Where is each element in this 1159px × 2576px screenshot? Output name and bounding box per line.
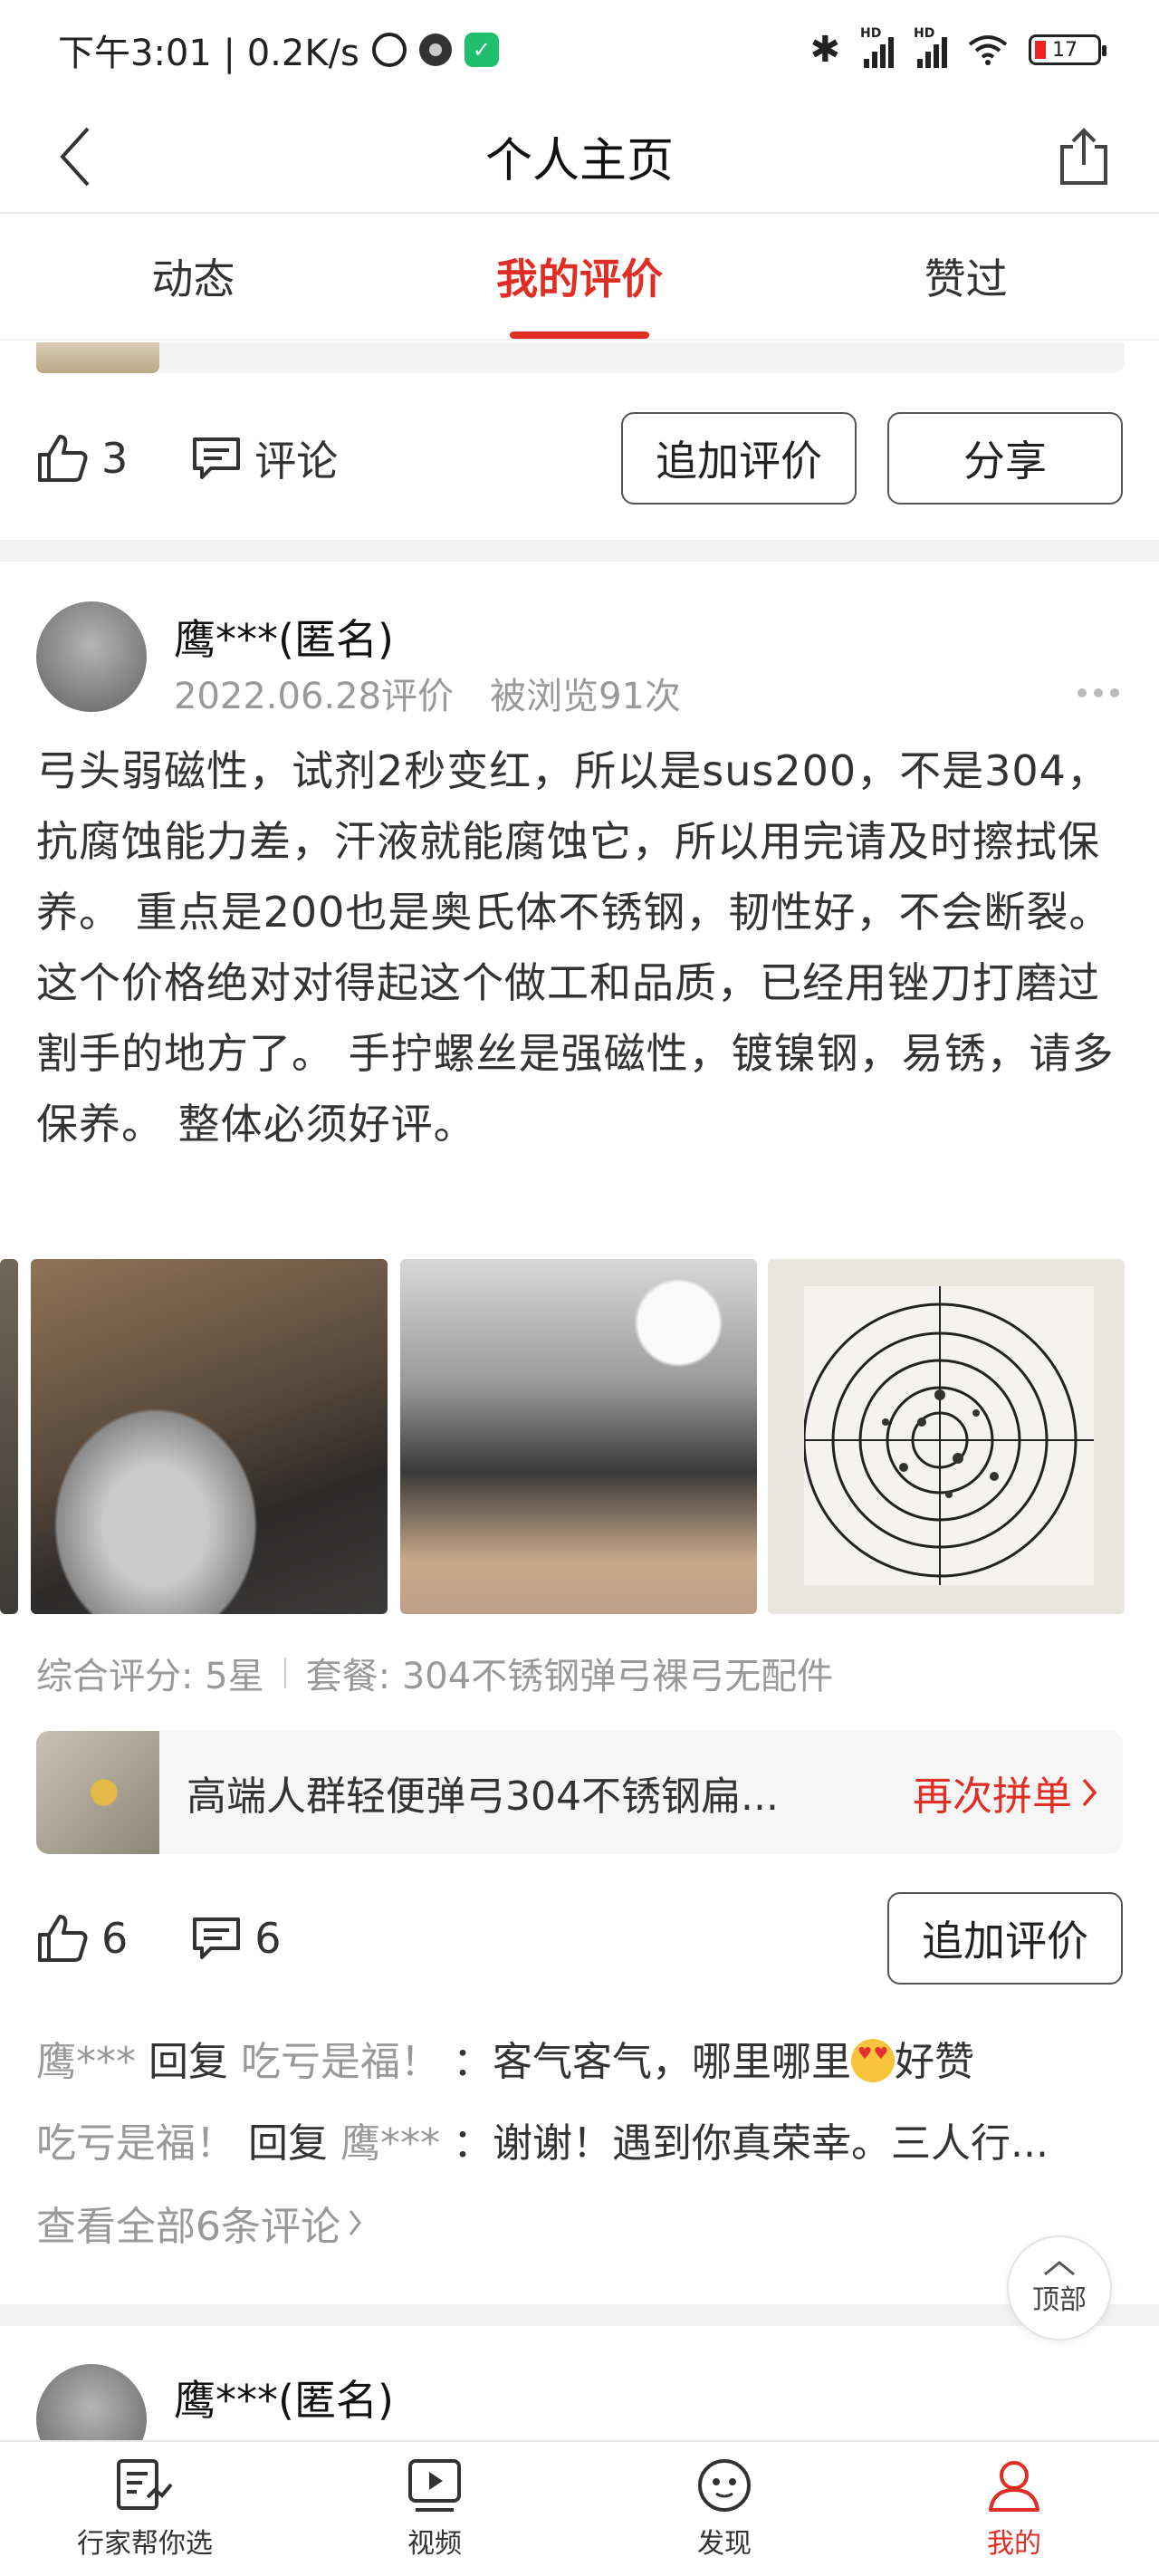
share-button[interactable] <box>1045 118 1123 196</box>
tab-liked[interactable]: 赞过 <box>772 214 1159 339</box>
checklist-icon <box>117 2459 173 2510</box>
reply-to: 吃亏是福！ <box>241 2039 440 2085</box>
review-photo[interactable] <box>400 1259 757 1614</box>
avatar[interactable] <box>36 601 147 712</box>
like-button[interactable]: 3 <box>36 433 128 484</box>
tab-bar: 动态 我的评价 赞过 <box>0 214 1159 341</box>
reply-item[interactable]: 吃亏是福！ 回复 鹰*** ：谢谢！遇到你真荣幸。三人行... <box>36 2110 1123 2168</box>
more-options-icon[interactable] <box>1078 688 1123 697</box>
previous-product-card[interactable] <box>159 342 1125 373</box>
reviewer-name: 鹰***(匿名) <box>174 615 394 664</box>
reply-text: ：谢谢！遇到你真荣幸。三人行... <box>453 2120 1049 2167</box>
view-all-label: 查看全部6条评论 <box>36 2204 340 2250</box>
buy-again-label: 再次拼单 <box>913 1773 1072 1820</box>
like-count: 3 <box>101 434 129 483</box>
review-photo[interactable] <box>31 1259 388 1614</box>
comment-icon <box>193 437 241 479</box>
wifi-icon <box>968 35 1008 65</box>
previous-review-actions: 3 评论 追加评价 分享 <box>36 411 1123 505</box>
person-icon <box>989 2461 1039 2512</box>
reply-suffix: 好赞 <box>895 2039 974 2085</box>
comment-label: 评论 <box>254 437 339 485</box>
chevron-right-icon <box>1082 1778 1097 1807</box>
chevron-right-icon <box>349 2210 361 2235</box>
review-date: 2022.06.28评价 <box>174 676 455 717</box>
bottom-nav-label: 行家帮你选 <box>77 2528 213 2560</box>
signal-icon: HD <box>914 26 947 68</box>
reply-to: 鹰*** <box>340 2120 440 2167</box>
status-bar: 下午3:01 | 0.2K/s ✓ ✱ HD HD 17 <box>0 0 1159 100</box>
reply-verb: 回复 <box>148 2039 228 2085</box>
review-photos <box>0 1259 1159 1614</box>
tab-dynamic[interactable]: 动态 <box>0 214 387 339</box>
review-text: 弓头弱磁性，试剂2秒变红，所以是sus200，不是304，抗腐蚀能力差，汗液就能… <box>36 746 1115 1149</box>
comment-button[interactable]: 6 <box>191 1914 282 1963</box>
tab-my-reviews[interactable]: 我的评价 <box>387 214 773 339</box>
discover-icon <box>698 2459 751 2512</box>
comment-button[interactable]: 评论 <box>191 428 338 488</box>
shooting-target-image <box>804 1286 1094 1585</box>
bottom-nav: 行家帮你选 视频 发现 我的 <box>0 2440 1159 2576</box>
alarm-icon <box>371 33 407 67</box>
reply-verb: 回复 <box>248 2120 328 2167</box>
shield-icon: ✓ <box>464 33 499 67</box>
add-review-button[interactable]: 追加评价 <box>887 1892 1123 1985</box>
reply-item[interactable]: 鹰*** 回复 吃亏是福！ ：客气客气，哪里哪里好赞 <box>36 2029 1123 2087</box>
product-card[interactable]: 高端人群轻便弹弓304不锈钢扁... 再次拼单 <box>36 1731 1123 1854</box>
buy-again-button[interactable]: 再次拼单 <box>913 1764 1097 1821</box>
reply-from: 鹰*** <box>36 2039 136 2085</box>
reviewer-name: 鹰***(匿名) <box>174 2376 394 2425</box>
thumbs-up-icon <box>38 1915 88 1962</box>
back-to-top-button[interactable]: 顶部 <box>1007 2235 1112 2341</box>
chevron-left-icon <box>60 127 90 187</box>
bottom-nav-label: 发现 <box>697 2528 752 2560</box>
bottom-nav-item-me[interactable]: 我的 <box>869 2442 1159 2576</box>
bluetooth-icon: ✱ <box>809 29 840 71</box>
status-time-speed: 下午3:01 | 0.2K/s <box>58 33 359 74</box>
review-photo-target[interactable] <box>768 1259 1125 1614</box>
review-actions: 6 6 追加评价 <box>36 1891 1123 1985</box>
product-thumbnail <box>36 1731 159 1854</box>
thumbs-up-icon <box>38 435 88 482</box>
chevron-up-icon <box>1044 2261 1075 2276</box>
view-all-comments-link[interactable]: 查看全部6条评论 <box>36 2194 362 2252</box>
reply-text: ：客气客气，哪里哪里 <box>453 2039 851 2085</box>
like-count: 6 <box>101 1914 129 1963</box>
heart-eyes-emoji-icon <box>851 2039 895 2082</box>
share-icon <box>1060 128 1107 185</box>
app-notification-icon <box>418 34 452 66</box>
signal-icon: HD <box>860 26 894 68</box>
review-photo[interactable] <box>0 1259 18 1614</box>
reply-from: 吃亏是福！ <box>36 2120 235 2167</box>
product-title: 高端人群轻便弹弓304不锈钢扁... <box>187 1773 779 1820</box>
review-feed[interactable]: 3 评论 追加评价 分享 鹰***(匿名) 2022.06.28评价 被浏览91… <box>0 342 1159 2440</box>
share-review-button[interactable]: 分享 <box>887 412 1123 505</box>
review-views: 被浏览91次 <box>490 676 681 717</box>
page-title: 个人主页 <box>484 133 674 188</box>
bottom-nav-label: 视频 <box>407 2528 462 2560</box>
nav-bar: 个人主页 <box>0 100 1159 214</box>
battery-icon: 17 <box>1029 34 1106 65</box>
section-divider <box>0 540 1159 562</box>
back-to-top-label: 顶部 <box>1032 2284 1087 2316</box>
back-button[interactable] <box>36 118 114 196</box>
review-summary: 综合评分: 5星 套餐: 304不锈钢弹弓裸弓无配件 <box>36 1647 833 1699</box>
package-text: 套餐: 304不锈钢弹弓裸弓无配件 <box>305 1656 834 1697</box>
previous-product-thumbnail <box>36 342 159 373</box>
bottom-nav-item-video[interactable]: 视频 <box>290 2442 580 2576</box>
add-review-button[interactable]: 追加评价 <box>621 412 857 505</box>
avatar[interactable] <box>36 2364 147 2440</box>
comment-icon <box>193 1918 241 1959</box>
video-icon <box>408 2459 461 2512</box>
bottom-nav-item-discover[interactable]: 发现 <box>580 2442 869 2576</box>
comment-count: 6 <box>254 1914 282 1963</box>
bottom-nav-item-expert-picks[interactable]: 行家帮你选 <box>0 2442 290 2576</box>
section-divider <box>0 2304 1159 2326</box>
battery-level: 17 <box>1052 38 1078 62</box>
rating-text: 综合评分: 5星 <box>36 1656 264 1697</box>
review-meta: 2022.06.28评价 被浏览91次 <box>174 667 681 719</box>
like-button[interactable]: 6 <box>36 1913 128 1964</box>
bottom-nav-label: 我的 <box>987 2528 1041 2560</box>
